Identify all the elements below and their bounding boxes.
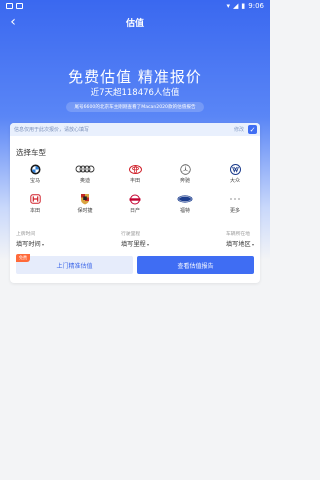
edit-link[interactable]: 修改	[234, 126, 244, 133]
brand-toyota[interactable]: 丰田	[110, 163, 160, 187]
system-nav-area	[0, 470, 270, 480]
brand-audi[interactable]: 奥迪	[60, 163, 110, 187]
field-value: 填写时间	[16, 239, 44, 248]
signal-icon: ◢	[233, 2, 239, 10]
field-value: 填写里程	[121, 239, 149, 248]
wifi-icon: ▾	[226, 2, 231, 10]
home-valuation-label: 上门精准估值	[56, 262, 93, 270]
status-time: 9:06	[248, 2, 264, 10]
brand-label: 本田	[29, 208, 40, 214]
battery-icon: ▮	[241, 2, 246, 10]
hero-subhead: 近7天超118476人估值	[90, 88, 180, 98]
privacy-notice-text: 信息仅用于此次报价，请放心填写	[14, 127, 90, 133]
back-icon[interactable]: ‹	[6, 14, 20, 30]
brand-volkswagen[interactable]: 大众	[210, 163, 260, 187]
car-info-fields: 上牌时间 填写时间 行驶里程 填写里程 车辆所在地 填写地区	[16, 230, 254, 248]
check-icon[interactable]: ✓	[248, 125, 257, 134]
brand-grid: 宝马 奥迪 丰田 奔驰 大众 本田 保时捷 日产 福特 更多	[10, 163, 260, 217]
brand-label: 日产	[129, 208, 140, 214]
brand-label: 保时捷	[77, 208, 93, 214]
nissan-logo-icon	[129, 193, 141, 205]
brand-nissan[interactable]: 日产	[110, 193, 160, 217]
privacy-notice: 信息仅用于此次报价，请放心填写 修改 ✓	[10, 123, 260, 136]
registration-date-field[interactable]: 上牌时间 填写时间	[16, 230, 44, 248]
brand-label: 奔驰	[179, 178, 190, 184]
toyota-logo-icon	[128, 163, 142, 175]
brand-label: 宝马	[29, 178, 40, 184]
view-report-button[interactable]: 查看估值报告	[137, 256, 254, 274]
audi-logo-icon	[75, 163, 95, 175]
honda-logo-icon	[29, 193, 41, 205]
brand-honda[interactable]: 本田	[10, 193, 60, 217]
nav-bar: ‹ 估值	[0, 12, 270, 32]
view-report-label: 查看估值报告	[177, 262, 214, 270]
field-value: 填写地区	[226, 239, 254, 248]
brand-more[interactable]: 更多	[210, 193, 260, 217]
image-notification-icon	[16, 3, 23, 9]
brand-bmw[interactable]: 宝马	[10, 163, 60, 187]
page-title: 估值	[125, 18, 144, 29]
field-label: 车辆所在地	[225, 232, 250, 237]
ford-logo-icon	[177, 193, 193, 205]
mercedes-logo-icon	[179, 163, 191, 175]
brand-label: 更多	[229, 208, 240, 214]
volkswagen-logo-icon	[229, 163, 241, 175]
select-model-title: 选择车型	[16, 148, 46, 157]
more-dots-icon	[229, 193, 241, 205]
field-label: 上牌时间	[16, 232, 36, 237]
brand-label: 福特	[179, 208, 190, 214]
brand-mercedes[interactable]: 奔驰	[160, 163, 210, 187]
status-bar: ▾ ◢ ▮ 9:06	[0, 0, 270, 12]
mileage-field[interactable]: 行驶里程 填写里程	[121, 230, 149, 248]
location-field[interactable]: 车辆所在地 填写地区	[226, 230, 254, 248]
brand-label: 大众	[229, 178, 240, 184]
porsche-logo-icon	[80, 193, 90, 205]
hero-headline: 免费估值 精准报价	[68, 68, 202, 86]
action-buttons: 免费 上门精准估值 查看估值报告	[16, 254, 254, 274]
brand-label: 丰田	[129, 178, 140, 184]
activity-ticker: 尾号6600的北京车主刚刚查看了Macan2020款的估值报告	[66, 102, 204, 112]
brand-porsche[interactable]: 保时捷	[60, 193, 110, 217]
brand-ford[interactable]: 福特	[160, 193, 210, 217]
brand-label: 奥迪	[79, 178, 90, 184]
free-badge: 免费	[16, 254, 30, 262]
valuation-card: 信息仅用于此次报价，请放心填写 修改 ✓ 选择车型 宝马 奥迪 丰田 奔驰 大众…	[10, 123, 260, 283]
bmw-logo-icon	[30, 163, 41, 175]
notification-icon	[6, 3, 13, 9]
home-valuation-button[interactable]: 免费 上门精准估值	[16, 254, 133, 274]
field-label: 行驶里程	[120, 232, 141, 237]
